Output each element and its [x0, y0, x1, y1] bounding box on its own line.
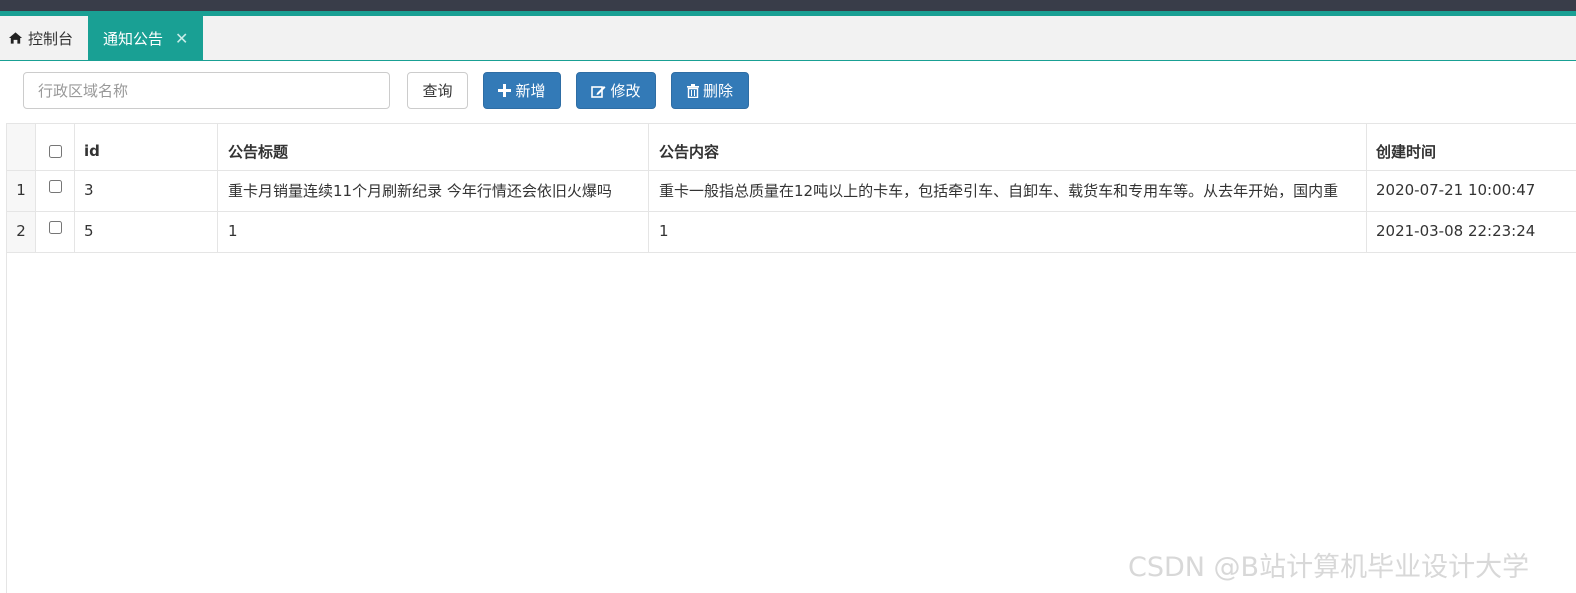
- column-header-created[interactable]: 创建时间: [1367, 124, 1576, 170]
- table-header-row: id 公告标题 公告内容 创建时间: [7, 124, 1576, 171]
- cell-title: 重卡月销量连续11个月刷新纪录 今年行情还会依旧火爆吗: [218, 171, 649, 211]
- search-input[interactable]: [23, 72, 390, 109]
- row-number: 1: [7, 171, 36, 211]
- cell-id: 3: [75, 171, 218, 211]
- column-header-id[interactable]: id: [75, 124, 218, 170]
- row-checkbox-cell: [36, 171, 75, 211]
- column-header-content[interactable]: 公告内容: [649, 124, 1367, 170]
- column-header-title[interactable]: 公告标题: [218, 124, 649, 170]
- row-checkbox[interactable]: [48, 221, 62, 234]
- rownum-header: [7, 124, 36, 170]
- tab-console[interactable]: 控制台: [0, 16, 88, 60]
- delete-button-label: 删除: [702, 82, 733, 100]
- edit-button[interactable]: 修改: [576, 72, 656, 109]
- tab-notice-label: 通知公告: [103, 30, 164, 48]
- home-icon: [8, 32, 23, 44]
- cell-created: 2021-03-08 22:23:24: [1376, 222, 1536, 240]
- tab-console-label: 控制台: [28, 29, 74, 48]
- table-row[interactable]: 1 3 重卡月销量连续11个月刷新纪录 今年行情还会依旧火爆吗 重卡一般指总质量…: [7, 171, 1576, 212]
- cell-content: 重卡一般指总质量在12吨以上的卡车，包括牵引车、自卸车、载货车和专用车等。从去年…: [649, 171, 1367, 211]
- add-button[interactable]: 新增: [483, 72, 561, 109]
- toolbar: 查询 新增 修改 删除: [0, 62, 1576, 120]
- row-number: 2: [7, 212, 36, 252]
- top-header-bar: [0, 0, 1576, 11]
- cell-title: 1: [218, 212, 649, 252]
- add-button-label: 新增: [515, 82, 546, 100]
- query-button[interactable]: 查询: [407, 72, 468, 109]
- cell-content: 1: [649, 212, 1367, 252]
- tab-bar: 控制台 通知公告 ✕: [0, 16, 1576, 61]
- cell-created: 2020-07-21 10:00:47: [1376, 181, 1536, 199]
- edit-icon: [591, 85, 606, 98]
- row-checkbox-cell: [36, 212, 75, 252]
- delete-button[interactable]: 删除: [671, 72, 749, 109]
- watermark-text: CSDN @B站计算机毕业设计大学: [1128, 552, 1530, 583]
- cell-id: 5: [75, 212, 218, 252]
- row-checkbox[interactable]: [48, 180, 62, 193]
- tab-notice[interactable]: 通知公告 ✕: [88, 16, 203, 61]
- plus-icon: [498, 84, 512, 97]
- select-all-checkbox[interactable]: [48, 144, 62, 158]
- data-grid: id 公告标题 公告内容 创建时间 1 3 重卡月销量连续11个月刷新纪录 今年…: [6, 123, 1576, 593]
- query-button-label: 查询: [422, 82, 453, 100]
- trash-icon: [686, 83, 699, 98]
- table-row[interactable]: 2 5 1 1 2021-03-08 22:23:24: [7, 212, 1576, 253]
- select-all-cell: [36, 124, 75, 170]
- close-icon[interactable]: ✕: [175, 30, 188, 47]
- edit-button-label: 修改: [610, 82, 641, 100]
